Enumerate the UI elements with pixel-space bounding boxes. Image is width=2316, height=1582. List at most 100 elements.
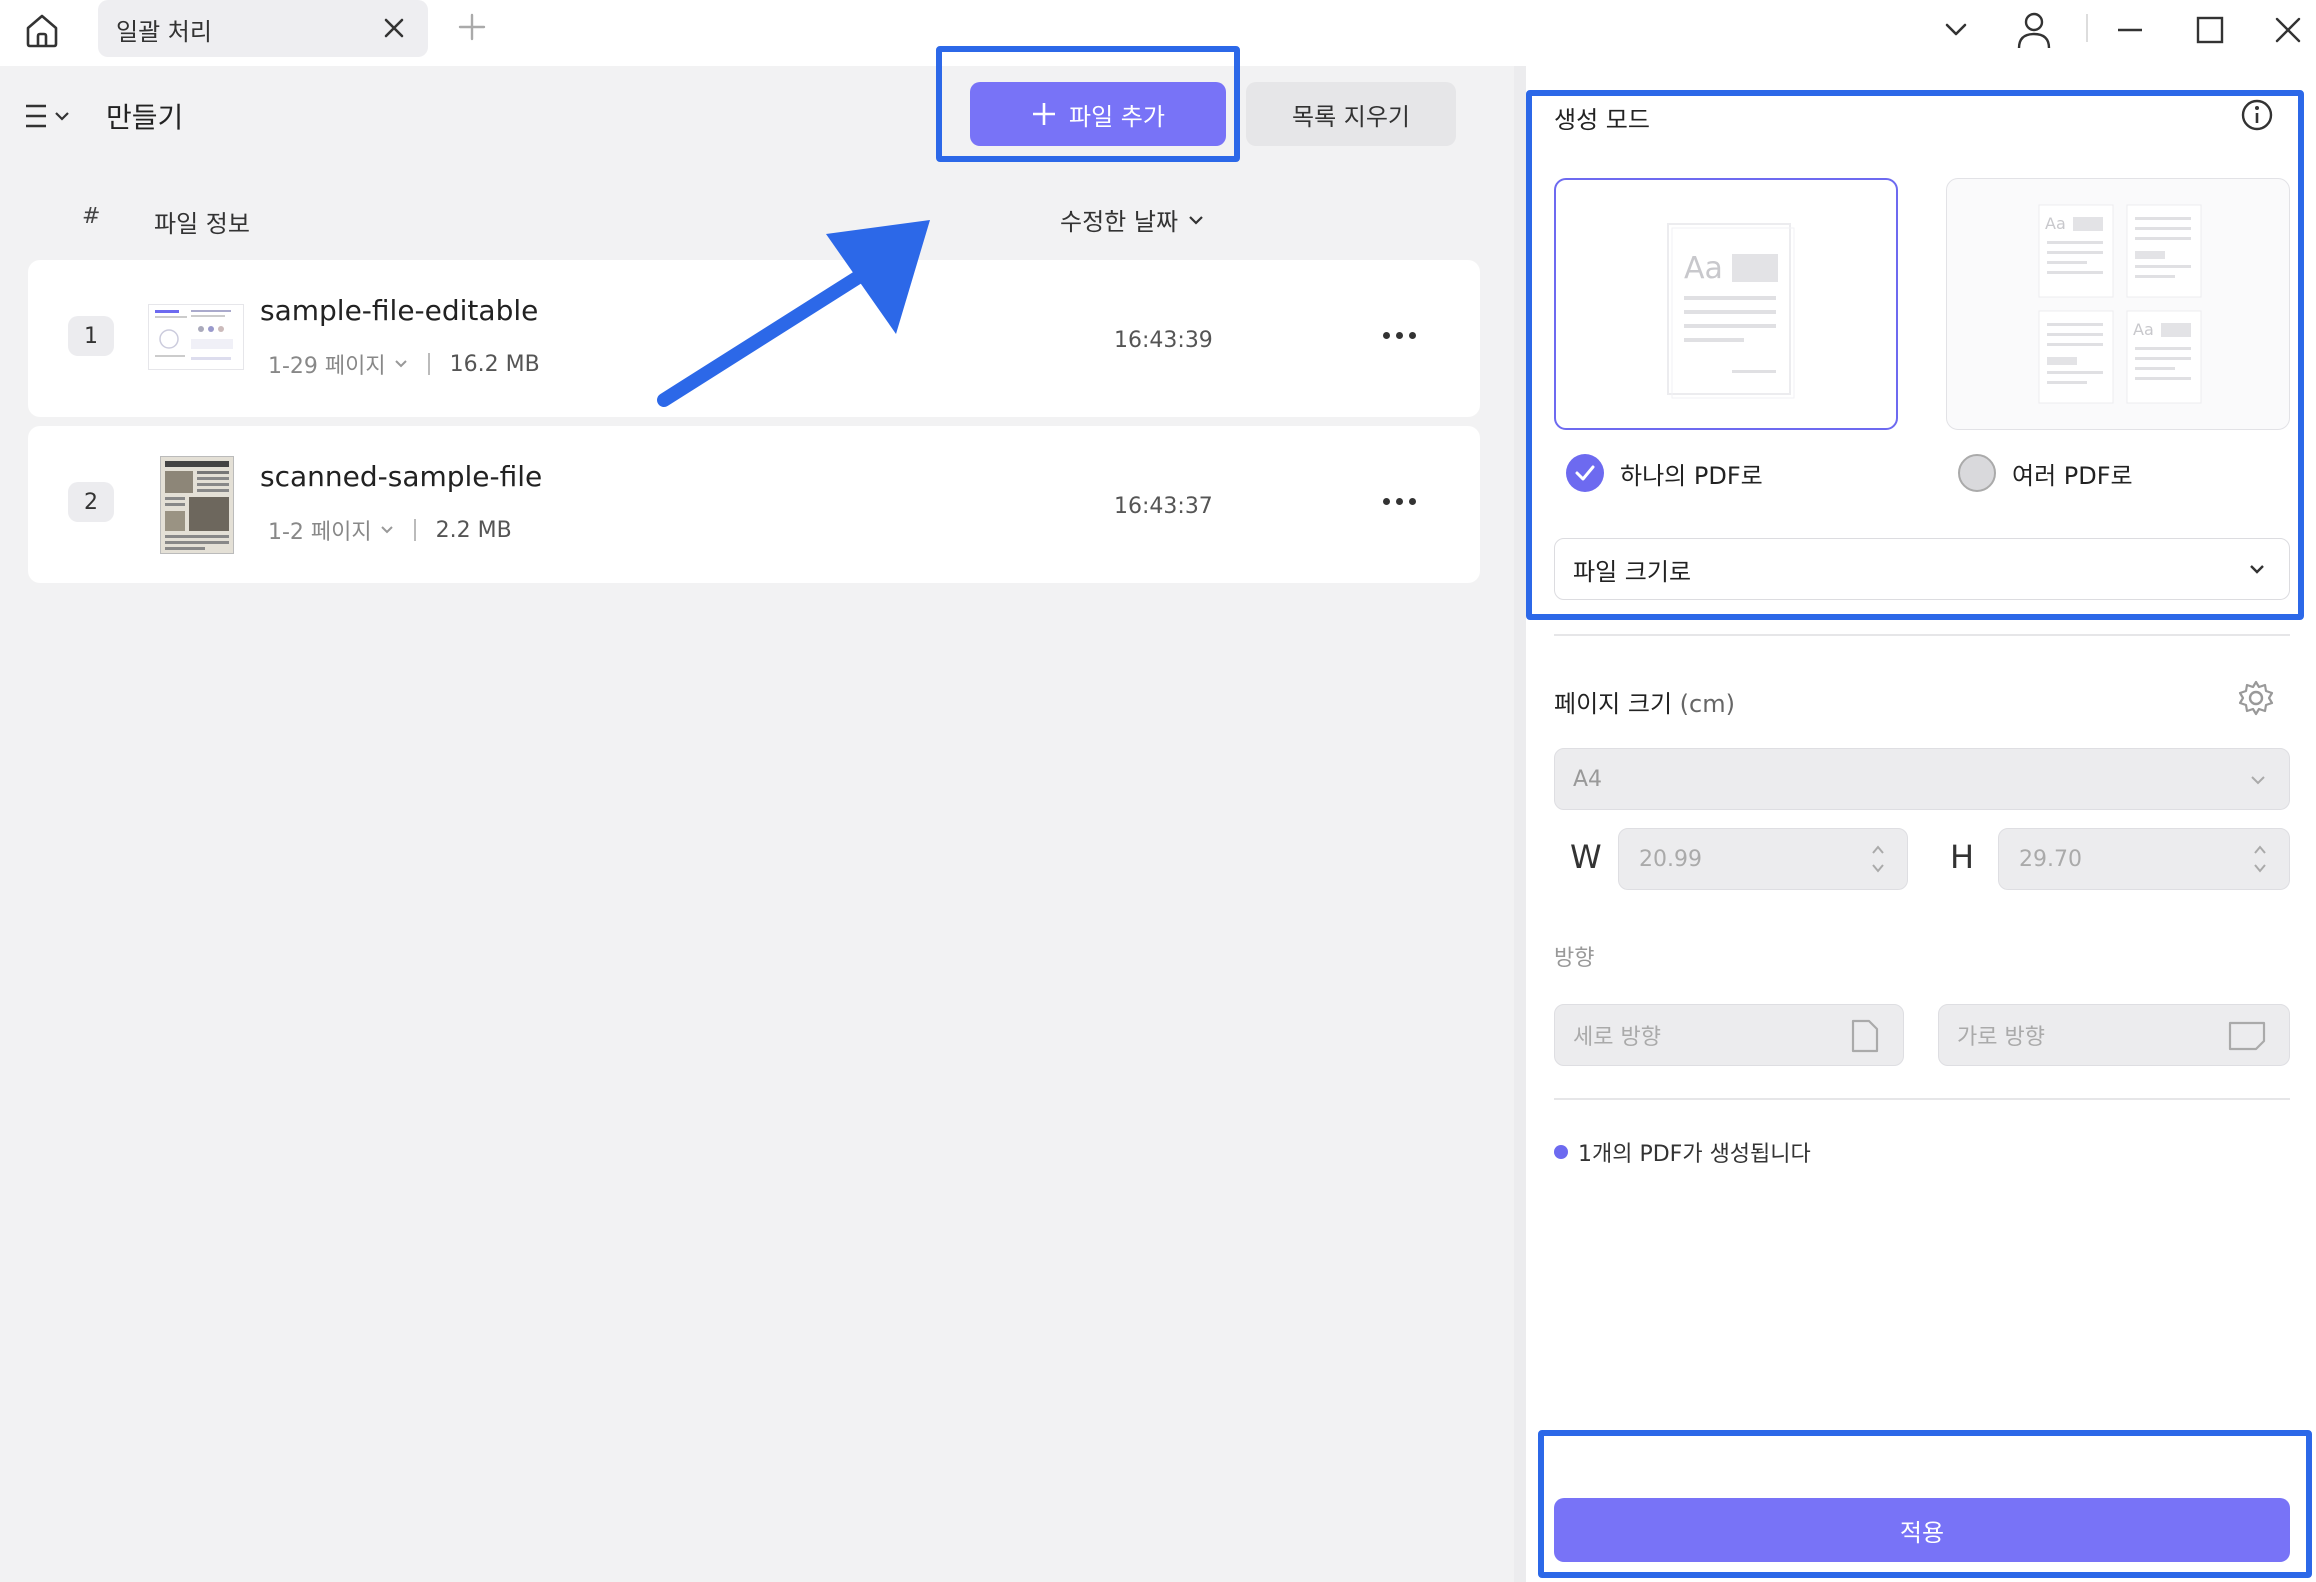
chevron-down-icon (2250, 565, 2264, 574)
chevron-down-icon (380, 526, 393, 534)
minimize-icon (2118, 28, 2142, 32)
meta-divider (427, 353, 430, 375)
mode-title: 생성 모드 (1554, 106, 1650, 134)
stepper-icon[interactable] (1869, 839, 1887, 879)
single-pdf-label: 하나의 PDF로 (1620, 461, 1763, 490)
more-options-button[interactable] (1374, 486, 1424, 516)
dropdown-button[interactable] (1934, 8, 1978, 52)
page-range-select[interactable]: 1-2 페이지 (268, 514, 372, 546)
single-pdf-card[interactable]: Aa (1554, 178, 1898, 430)
info-icon[interactable] (2240, 98, 2274, 132)
menu-button[interactable] (24, 96, 80, 136)
single-pdf-radio[interactable]: 하나의 PDF로 (1566, 454, 1763, 492)
stepper-icon[interactable] (2251, 839, 2269, 879)
chevron-down-icon (2251, 776, 2265, 785)
portrait-button[interactable]: 세로 방향 (1554, 1004, 1904, 1066)
column-file-info-header: 파일 정보 (154, 210, 250, 238)
more-dot-icon (1408, 331, 1416, 339)
landscape-page-icon (2228, 1021, 2266, 1051)
column-date-label: 수정한 날짜 (1060, 208, 1179, 236)
file-name: scanned-sample-file (260, 460, 543, 493)
height-input[interactable]: 29.70 (1998, 828, 2290, 890)
file-thumbnail (160, 456, 234, 554)
row-index: 1 (68, 316, 114, 356)
card-sample-text: Aa (1684, 251, 1723, 286)
radio-unchecked-icon (1958, 454, 1996, 492)
height-label: H (1950, 838, 1975, 876)
tab-label: 일괄 처리 (116, 18, 212, 46)
paper-size-value: A4 (1573, 766, 1603, 792)
page-range-select[interactable]: 1-29 페이지 (268, 348, 386, 380)
hamburger-icon (26, 104, 46, 128)
landscape-label: 가로 방향 (1957, 1025, 2045, 1050)
width-input[interactable]: 20.99 (1618, 828, 1908, 890)
apply-label: 적용 (1899, 1518, 1945, 1547)
chevron-down-icon (394, 360, 407, 368)
new-tab-button[interactable] (455, 10, 489, 44)
multi-pdf-card[interactable]: Aa Aa (1946, 178, 2290, 430)
page-size-label: 페이지 크기 (1554, 690, 1673, 718)
file-name: sample-file-editable (260, 294, 539, 327)
home-button[interactable] (18, 6, 66, 54)
minimize-button[interactable] (2108, 8, 2152, 52)
more-dot-icon (1408, 497, 1416, 505)
annotation-arrow (657, 220, 930, 407)
plus-icon (458, 13, 486, 41)
tab-close-button[interactable] (378, 12, 410, 44)
orientation-label: 방향 (1554, 946, 1595, 971)
more-options-button[interactable] (1374, 320, 1424, 350)
user-icon (2017, 12, 2051, 49)
row-index: 2 (68, 482, 114, 522)
portrait-label: 세로 방향 (1573, 1025, 1661, 1050)
radio-checked-icon (1566, 454, 1604, 492)
close-icon (384, 18, 404, 38)
file-size: 16.2 MB (449, 351, 540, 377)
chevron-down-icon (1189, 215, 1203, 225)
close-icon (2275, 17, 2301, 43)
modified-time: 16:43:39 (1114, 328, 1213, 353)
section-divider (1554, 1098, 2290, 1100)
card-sample-text: Aa (2045, 214, 2066, 233)
file-list-panel: 만들기 파일 추가 목록 지우기 # 파일 정보 수정한 날짜 1 sample… (0, 46, 1514, 1582)
column-date-sort[interactable]: 수정한 날짜 (1060, 202, 1204, 237)
file-thumbnail (148, 304, 244, 370)
width-label: W (1570, 838, 1602, 876)
more-dot-icon (1382, 331, 1390, 339)
titlebar-divider (2086, 14, 2088, 42)
modified-time: 16:43:37 (1114, 494, 1213, 519)
portrait-page-icon (1851, 1019, 1879, 1053)
apply-button[interactable]: 적용 (1554, 1498, 2290, 1562)
maximize-icon (2196, 16, 2224, 44)
split-method-select[interactable]: 파일 크기로 (1554, 538, 2290, 600)
page-size-title: 페이지 크기 (cm) (1554, 684, 1735, 719)
multi-pdf-label: 여러 PDF로 (2012, 461, 2133, 490)
page-size-unit: (cm) (1679, 690, 1735, 718)
single-document-icon: Aa (1667, 223, 1795, 399)
section-divider (1554, 634, 2290, 636)
bullet-dot-icon (1554, 1145, 1568, 1159)
clear-list-label: 목록 지우기 (1291, 102, 1411, 131)
chevron-down-icon (1945, 23, 1967, 36)
file-meta: 1-29 페이지 16.2 MB (268, 348, 540, 380)
home-icon (26, 14, 58, 48)
result-note-text: 1개의 PDF가 생성됩니다 (1578, 1142, 1811, 1167)
width-value: 20.99 (1639, 846, 1702, 872)
multi-pdf-radio[interactable]: 여러 PDF로 (1958, 454, 2133, 492)
height-value: 29.70 (2019, 846, 2082, 872)
file-meta: 1-2 페이지 2.2 MB (268, 514, 512, 546)
landscape-button[interactable]: 가로 방향 (1938, 1004, 2290, 1066)
paper-size-select[interactable]: A4 (1554, 748, 2290, 810)
account-button[interactable] (2012, 8, 2056, 52)
split-method-value: 파일 크기로 (1573, 557, 1692, 586)
table-row[interactable]: 2 scanned-sample-file 1-2 페이지 2.2 MB 16:… (28, 426, 1480, 583)
gear-icon[interactable] (2236, 678, 2276, 718)
more-dot-icon (1395, 497, 1403, 505)
clear-list-button[interactable]: 목록 지우기 (1246, 82, 1456, 146)
tab-batch-process[interactable]: 일괄 처리 (98, 0, 428, 57)
result-note: 1개의 PDF가 생성됩니다 (1554, 1136, 1811, 1168)
panel-title: 만들기 (106, 101, 184, 134)
close-window-button[interactable] (2266, 8, 2310, 52)
add-file-highlight (936, 46, 1240, 162)
file-size: 2.2 MB (435, 517, 512, 543)
maximize-button[interactable] (2188, 8, 2232, 52)
